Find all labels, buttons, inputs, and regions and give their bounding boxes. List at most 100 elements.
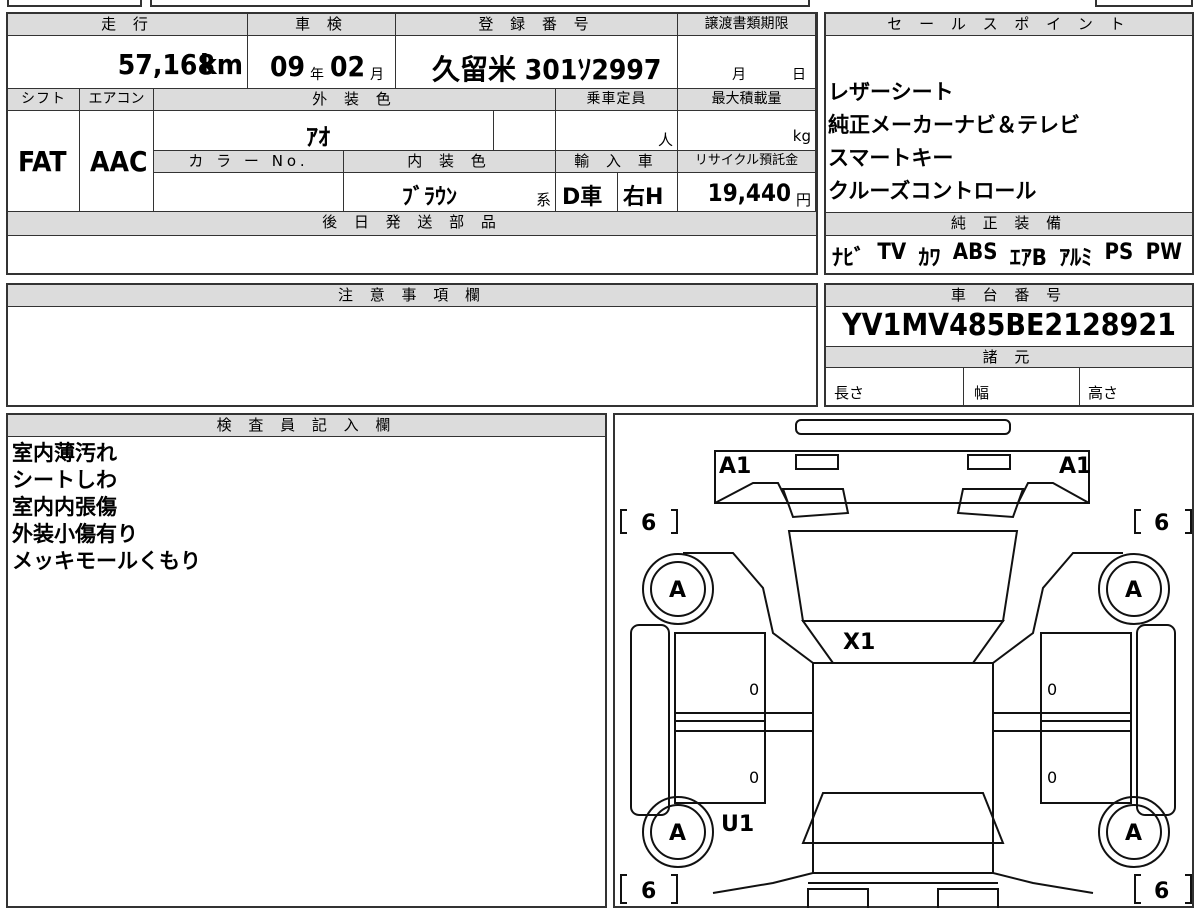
transfer-deadline-cell: 月 日 [678,36,816,89]
mark-u1: U1 [721,812,754,837]
mark-door-rr: 0 [1047,768,1057,787]
transfer-deadline-header: 譲渡書類期限 [678,14,816,36]
hood-outline [801,620,1005,664]
equipment-tv: TV [877,240,907,265]
capacity-cell: 人 [556,111,678,151]
import-h-cell: 右H [618,173,678,212]
tire-bracket-tr [1134,509,1141,534]
mark-door-rl: 0 [749,768,759,787]
mark-x1: X1 [843,630,875,655]
height-label: 高さ [1088,384,1119,402]
shift-cell: FAT [8,111,80,212]
front-panel-outline [714,450,1090,504]
top-clipped-right [1095,0,1193,7]
mark-wheel-br: A [1125,821,1142,846]
shift-value: FAT [18,145,67,178]
max-load-unit: kg [792,127,811,145]
tire-bracket-br [1134,874,1141,904]
exterior-color-value: ｱｵ [306,123,330,151]
car-diagram: A1 A1 6 6 6 6 A A A A X1 U1 0 0 0 0 [620,419,1192,908]
recycle-value: 19,440 [707,179,791,207]
recycle-unit: 円 [795,191,811,209]
equipment-leather: ｶﾜ [918,246,941,271]
equipment-alloy: ｱﾙﾐ [1059,246,1093,271]
registration-header: 登 録 番 号 [396,14,678,36]
interior-color-value: ﾌﾞﾗｳﾝ [402,185,458,210]
right-body-line [992,552,1123,894]
inspection-month-unit: 月 [370,67,384,83]
top-clipped-cell [7,0,142,7]
capacity-unit: 人 [657,131,673,149]
rear-glass-outline [801,792,1005,844]
mark-tire-br: 6 [1154,879,1169,904]
mileage-cell: 57,168 km [8,36,248,89]
right-front-door-outline [1040,632,1132,722]
shift-header: シフト [8,89,80,111]
right-fender-line [1017,482,1090,504]
max-load-cell: kg [678,111,816,151]
sales-point-item: 純正メーカーナビ＆テレビ [828,113,1080,137]
mileage-header: 走 行 [8,14,248,36]
sales-point-item: レザーシート [828,80,954,104]
chassis-number: YV1MV485BE2128921 [842,308,1176,343]
parts-header: 後 日 発 送 部 品 [8,212,816,236]
length-cell: 長さ [826,368,964,405]
inspection-year: 09 [270,50,306,83]
registration-value: 久留米 301ｿ2997 [432,53,662,86]
equipment-list: ﾅﾋﾞ TV ｶﾜ ABS ｴｱB ｱﾙﾐ PS PW [832,240,1192,272]
exterior-color-header: 外 装 色 [154,89,556,111]
inspector-note: 外装小傷有り [12,522,138,546]
height-cell: 高さ [1080,368,1192,405]
max-load-header: 最大積載量 [678,89,816,111]
tire-bracket-bl [620,874,627,904]
equipment-navi: ﾅﾋﾞ [832,246,866,271]
mark-door-fr: 0 [1047,680,1057,699]
mark-tire-tl: 6 [641,511,656,536]
rear-bumper-right [937,888,999,908]
color-no-cell [154,173,344,212]
interior-color-header: 内 装 色 [344,151,556,173]
chassis-header: 車 台 番 号 [826,285,1192,307]
windshield-outline [787,530,1019,622]
left-fender-line [714,482,789,504]
aircon-header: エアコン [80,89,154,111]
inspector-note: 室内薄汚れ [12,441,117,465]
sales-points-list: レザーシート 純正メーカーナビ＆テレビ スマートキー クルーズコントロール [828,76,1188,208]
exterior-color-cell: ｱｵ [154,111,494,151]
import-d-cell: D車 [556,173,618,212]
recycle-header: リサイクル預託金 [678,151,816,173]
inspector-notes-list: 室内薄汚れ シートしわ 室内内張傷 外装小傷有り メッキモールくもり [12,440,592,575]
exterior-color-extra-cell [494,111,556,151]
tire-bracket-tl [620,509,627,534]
equipment-ps: PS [1104,240,1134,265]
mark-a1-left: A1 [719,454,751,479]
interior-color-cell: ﾌﾞﾗｳﾝ 系 [344,173,556,212]
inspector-note: 室内内張傷 [12,495,117,519]
inspection-year-unit: 年 [310,67,324,83]
mark-wheel-bl: A [669,821,686,846]
import-header: 輸 入 車 [556,151,678,173]
capacity-header: 乗車定員 [556,89,678,111]
import-h-value: 右H [623,185,664,210]
left-headlight-outline [795,454,839,470]
color-no-header: カ ラ ー No. [154,151,344,173]
interior-color-suffix: 系 [535,191,551,209]
aircon-value: AAC [90,145,148,178]
inspection-header: 車 検 [248,14,396,36]
sales-point-item: クルーズコントロール [828,179,1037,203]
left-rear-door-outline [674,720,766,804]
aircon-cell: AAC [80,111,154,212]
inspector-note: シートしわ [12,468,117,492]
inspector-note: メッキモールくもり [12,549,201,573]
recycle-cell: 19,440 円 [678,173,816,212]
spec-header: 諸 元 [826,346,1192,368]
mark-wheel-tr: A [1125,578,1142,603]
mark-a1-right: A1 [1059,454,1091,479]
inspector-header: 検 査 員 記 入 欄 [8,415,605,437]
width-cell: 幅 [964,368,1080,405]
mark-tire-bl: 6 [641,879,656,904]
equipment-airbag: ｴｱB [1009,246,1047,271]
front-bumper-outline [795,419,1011,435]
equipment-abs: ABS [952,240,998,265]
length-label: 長さ [834,384,865,402]
